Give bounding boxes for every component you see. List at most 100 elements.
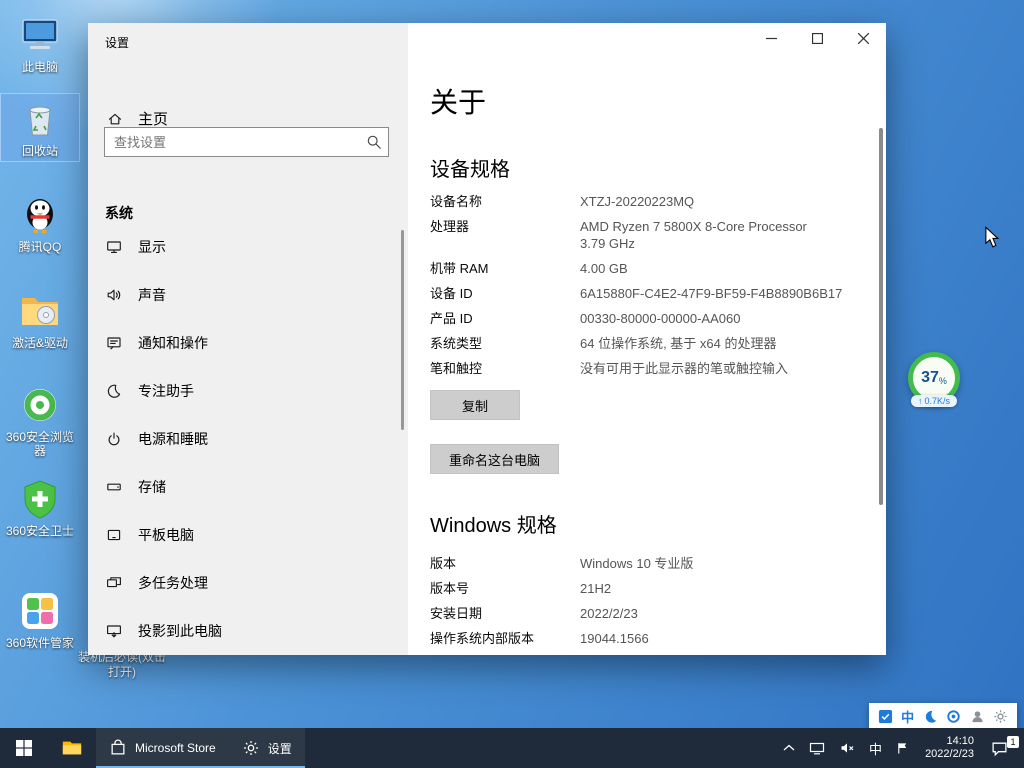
desktop-icon-tencent-qq[interactable]: 腾讯QQ xyxy=(1,190,79,257)
search-input[interactable] xyxy=(105,135,360,150)
spec-label: 笔和触控 xyxy=(430,360,580,377)
sidebar-item-notifications[interactable]: 通知和操作 xyxy=(88,319,408,367)
home-label: 主页 xyxy=(138,108,168,129)
notification-badge: 1 xyxy=(1007,736,1019,748)
start-button[interactable] xyxy=(0,728,48,768)
clock-time: 14:10 xyxy=(925,735,974,748)
tray-ime-indicator[interactable]: 中 xyxy=(862,728,889,768)
sidebar-item-label: 专注助手 xyxy=(138,381,194,401)
tray-clock[interactable]: 14:10 2022/2/23 xyxy=(916,735,983,761)
sidebar-item-storage[interactable]: 存储 xyxy=(88,463,408,511)
spec-label: 版本号 xyxy=(430,580,580,597)
status-dot-icon[interactable] xyxy=(946,709,961,724)
upload-arrow-icon: ↑ xyxy=(918,396,923,406)
spec-row: 操作系统内部版本 19044.1566 xyxy=(430,630,870,647)
device-spec-rows: 设备名称 XTZJ-20220223MQ 处理器 AMD Ryzen 7 580… xyxy=(430,193,870,385)
desktop-icon-recycle-bin[interactable]: 回收站 xyxy=(1,94,79,161)
sidebar-item-label: 电源和睡眠 xyxy=(138,429,208,449)
action-center-button[interactable]: 1 xyxy=(983,728,1024,768)
sidebar-item-label: 平板电脑 xyxy=(138,525,194,545)
taskbar-app-label: 设置 xyxy=(268,740,292,757)
sidebar-item-label: 显示 xyxy=(138,237,166,257)
desktop-icon-label: 腾讯QQ xyxy=(19,240,62,254)
rename-pc-button[interactable]: 重命名这台电脑 xyxy=(430,444,559,474)
minimize-button[interactable] xyxy=(748,23,794,53)
check-square-icon[interactable] xyxy=(878,709,893,724)
sidebar-item-tablet[interactable]: 平板电脑 xyxy=(88,511,408,559)
spec-label: 设备名称 xyxy=(430,193,580,210)
settings-content: 关于 设备规格 设备名称 XTZJ-20220223MQ 处理器 AMD Ryz… xyxy=(408,23,886,655)
window-title: 设置 xyxy=(105,34,129,51)
power-icon xyxy=(106,431,122,447)
ime-tray-icon[interactable]: 中 xyxy=(901,707,914,726)
desktop-icon-360-safeguard[interactable]: 360安全卫士 xyxy=(1,474,79,541)
user-tray-icon[interactable] xyxy=(970,709,985,724)
tray-network[interactable] xyxy=(802,728,832,768)
desktop-icon-activation-driver[interactable]: 激活&驱动 xyxy=(1,286,79,353)
sidebar-item-label: 多任务处理 xyxy=(138,573,208,593)
tray-volume[interactable] xyxy=(832,728,862,768)
home-icon xyxy=(107,111,123,127)
spec-row: 产品 ID 00330-80000-00000-AA060 xyxy=(430,310,870,327)
tray-show-hidden-icons[interactable] xyxy=(776,728,802,768)
close-button[interactable] xyxy=(840,23,886,53)
desktop-icon-360-browser[interactable]: 360安全浏览器 xyxy=(1,380,79,461)
taskbar: Microsoft Store 设置 中 14:10 xyxy=(0,728,1024,768)
windows-spec-rows: 版本 Windows 10 专业版 版本号 21H2 安装日期 2022/2/2… xyxy=(430,555,870,655)
sidebar-item-power-sleep[interactable]: 电源和睡眠 xyxy=(88,415,408,463)
file-explorer-icon xyxy=(61,737,83,759)
tray-language-flag[interactable] xyxy=(889,728,916,768)
spec-value: XTZJ-20220223MQ xyxy=(580,193,694,210)
network-speed-pill: ↑ 0.7K/s xyxy=(911,395,957,407)
gear-tray-icon[interactable] xyxy=(993,709,1008,724)
sidebar-scrollbar[interactable] xyxy=(401,230,404,430)
tray-overflow-flyout: 中 xyxy=(869,703,1017,730)
content-scrollbar[interactable] xyxy=(879,128,883,505)
notifications-icon xyxy=(106,335,122,351)
sidebar-item-focus-assist[interactable]: 专注助手 xyxy=(88,367,408,415)
search-icon[interactable] xyxy=(360,134,388,150)
sidebar-item-projecting[interactable]: 投影到此电脑 xyxy=(88,607,408,655)
desktop-icon-this-pc[interactable]: 此电脑 xyxy=(1,10,79,77)
action-center-icon xyxy=(991,740,1008,757)
360-float-ball[interactable]: 37 % ↑ 0.7K/s xyxy=(903,352,965,407)
spec-value: 19044.1566 xyxy=(580,630,649,647)
sidebar-home[interactable]: 主页 xyxy=(107,108,168,129)
file-explorer-button[interactable] xyxy=(48,728,96,768)
desktop-icon-label: 360安全浏览器 xyxy=(1,430,79,458)
spec-row: 版本号 21H2 xyxy=(430,580,870,597)
desktop: 此电脑 回收站 腾讯QQ 激活&驱动 xyxy=(0,0,1024,768)
desktop-icon-label: 此电脑 xyxy=(22,60,58,74)
system-tray: 中 14:10 2022/2/23 1 xyxy=(776,728,1024,768)
360-browser-icon xyxy=(18,383,62,427)
settings-sidebar: 设置 主页 系统 显示 xyxy=(88,23,408,655)
sidebar-item-multitasking[interactable]: 多任务处理 xyxy=(88,559,408,607)
microsoft-store-icon xyxy=(109,739,127,757)
multitasking-icon xyxy=(106,575,122,591)
volume-muted-icon xyxy=(839,740,855,756)
spec-label: 机带 RAM xyxy=(430,260,580,277)
clock-date: 2022/2/23 xyxy=(925,748,974,761)
night-mode-icon[interactable] xyxy=(923,709,938,724)
sidebar-item-sound[interactable]: 声音 xyxy=(88,271,408,319)
network-speed: 0.7K/s xyxy=(924,396,950,406)
sidebar-item-display[interactable]: 显示 xyxy=(88,223,408,271)
desktop-icon-label: 激活&驱动 xyxy=(12,336,68,350)
windows-logo-icon xyxy=(16,740,32,756)
spec-value: AMD Ryzen 7 5800X 8-Core Processor 3.79 … xyxy=(580,218,807,252)
spec-label: 安装日期 xyxy=(430,605,580,622)
taskbar-app-microsoft-store[interactable]: Microsoft Store xyxy=(96,728,229,768)
desktop-icon-label: 360软件管家 xyxy=(6,636,74,650)
spec-value: 4.00 GB xyxy=(580,260,628,277)
taskbar-app-settings[interactable]: 设置 xyxy=(229,728,305,768)
spec-row: 版本 Windows 10 专业版 xyxy=(430,555,870,572)
maximize-button[interactable] xyxy=(794,23,840,53)
spec-row: 安装日期 2022/2/23 xyxy=(430,605,870,622)
spec-value: 没有可用于此显示器的笔或触控输入 xyxy=(580,360,788,377)
360-shield-icon xyxy=(18,477,62,521)
spec-value: 64 位操作系统, 基于 x64 的处理器 xyxy=(580,335,776,352)
window-controls xyxy=(748,23,886,53)
driver-folder-icon xyxy=(18,289,62,333)
desktop-icon-360-software-manager[interactable]: 360软件管家 xyxy=(1,586,79,653)
copy-button[interactable]: 复制 xyxy=(430,390,520,420)
